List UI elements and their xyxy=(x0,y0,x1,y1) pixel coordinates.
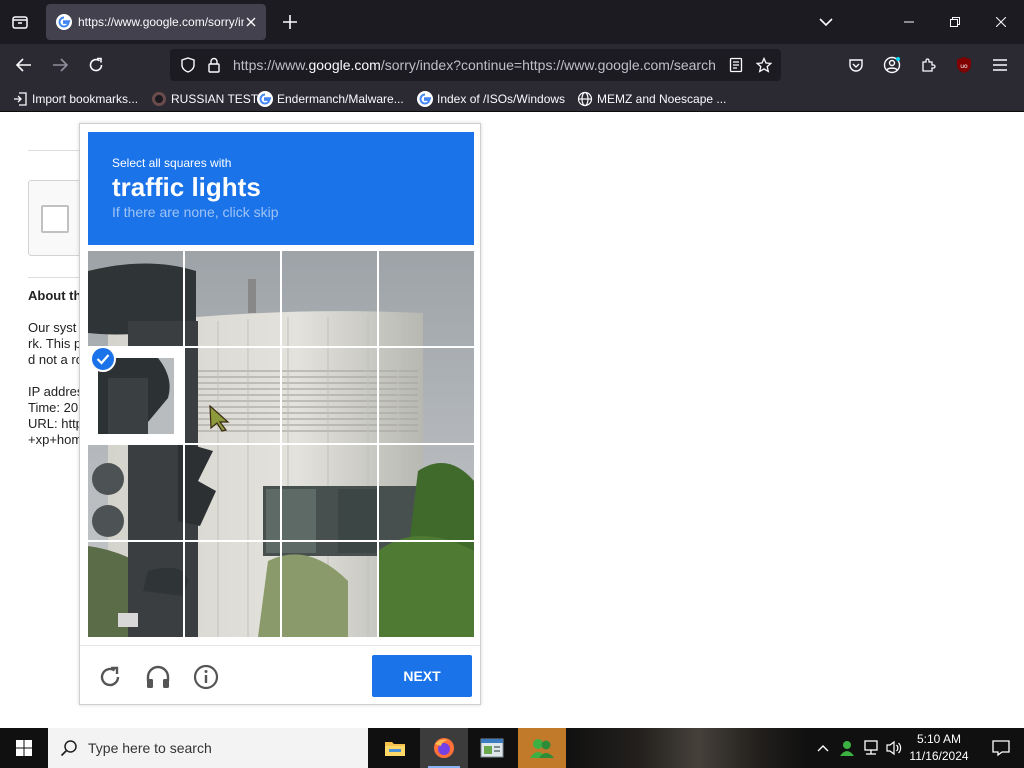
notification-center-icon[interactable] xyxy=(978,728,1024,768)
bookmark-label: MEMZ and Noescape ... xyxy=(597,92,727,106)
audio-challenge-headphones-icon[interactable] xyxy=(144,663,172,691)
bookmark-memz-noescape[interactable]: MEMZ and Noescape ... xyxy=(577,90,726,108)
pocket-icon[interactable] xyxy=(843,52,869,78)
search-icon xyxy=(60,740,77,757)
ublock-origin-icon[interactable]: uo xyxy=(951,52,977,78)
challenge-header: Select all squares with traffic lights I… xyxy=(88,132,474,245)
clock-date: 11/16/2024 xyxy=(909,749,969,763)
account-icon[interactable] xyxy=(879,52,905,78)
search-placeholder: Type here to search xyxy=(88,740,212,756)
google-favicon xyxy=(56,14,72,30)
bookmark-label: RUSSIAN TEST xyxy=(171,92,259,106)
back-arrow-icon[interactable] xyxy=(10,51,38,79)
system-clock[interactable]: 5:10 AM 11/16/2024 xyxy=(900,731,978,765)
reload-icon[interactable] xyxy=(82,51,110,79)
page-text-line: IP addres xyxy=(28,384,84,399)
import-icon xyxy=(12,91,28,107)
grid-tile-selected[interactable] xyxy=(88,346,184,444)
tracking-protection-shield-icon[interactable] xyxy=(178,55,198,75)
page-text-line: rk. This p xyxy=(28,336,82,351)
bookmark-import[interactable]: Import bookmarks... xyxy=(12,90,138,108)
bookmark-index-isos-windows[interactable]: Index of /ISOs/Windows xyxy=(417,90,565,108)
svg-text:uo: uo xyxy=(960,63,968,70)
page-text-line: +xp+hom xyxy=(28,432,83,447)
bookmark-endermanch-malware[interactable]: Endermanch/Malware... xyxy=(257,90,404,108)
next-button[interactable]: NEXT xyxy=(372,655,472,697)
page-text-line: d not a ro xyxy=(28,352,83,367)
challenge-target: traffic lights xyxy=(112,172,261,202)
bookmark-label: Index of /ISOs/Windows xyxy=(437,92,566,106)
tab-list-icon[interactable] xyxy=(6,8,34,36)
challenge-hint: If there are none, click skip xyxy=(112,204,279,220)
network-icon[interactable] xyxy=(860,728,882,768)
tab-title: https://www.google.com/sorry/index?conti… xyxy=(78,15,244,29)
forward-arrow-icon[interactable] xyxy=(46,51,74,79)
page-text-line: URL: http xyxy=(28,416,83,431)
bookmark-label: Import bookmarks... xyxy=(32,92,139,106)
checkmark-icon xyxy=(90,346,116,372)
users-app-icon[interactable] xyxy=(518,728,566,768)
navigation-toolbar: https://www.google.com/sorry/index?conti… xyxy=(0,44,1024,86)
about-heading: About th xyxy=(28,288,82,303)
bookmarks-toolbar: Import bookmarks... RUSSIAN TEST Enderma… xyxy=(0,86,1024,112)
address-bar[interactable]: https://www.google.com/sorry/index?conti… xyxy=(170,49,781,81)
tab-close-icon[interactable] xyxy=(242,13,260,31)
extensions-puzzle-icon[interactable] xyxy=(915,52,941,78)
app-window-icon[interactable] xyxy=(468,728,516,768)
reader-view-icon[interactable] xyxy=(726,55,746,75)
url-text[interactable]: https://www.google.com/sorry/index?conti… xyxy=(233,57,719,73)
russian-test-favicon xyxy=(151,91,167,107)
image-grid[interactable] xyxy=(88,251,474,637)
bookmark-russian-test[interactable]: RUSSIAN TEST xyxy=(151,90,258,108)
page-text-line: Time: 20 xyxy=(28,400,79,415)
challenge-instruction: Select all squares with xyxy=(112,156,232,170)
url-rest: /sorry/index?continue=https://www.google… xyxy=(380,57,716,73)
grid-lines xyxy=(88,251,474,637)
hamburger-menu-icon[interactable] xyxy=(987,52,1013,78)
page-text-line: Our syst xyxy=(28,320,77,335)
url-domain: google.com xyxy=(308,57,381,73)
taskbar-background-image xyxy=(566,728,806,768)
windows-start-icon[interactable] xyxy=(0,728,48,768)
restore-icon[interactable] xyxy=(932,0,978,44)
close-window-icon[interactable] xyxy=(978,0,1024,44)
taskbar-search-box[interactable]: Type here to search xyxy=(48,728,368,768)
bookmark-label: Endermanch/Malware... xyxy=(277,92,404,106)
clock-time: 5:10 AM xyxy=(916,732,962,746)
windows-taskbar: Type here to search 5:10 AM 11/16/2024 xyxy=(0,728,1024,768)
recaptcha-checkbox[interactable] xyxy=(41,205,69,233)
chevron-up-icon[interactable] xyxy=(812,728,834,768)
reload-challenge-icon[interactable] xyxy=(96,663,124,691)
lock-icon[interactable] xyxy=(204,55,224,75)
globe-icon xyxy=(577,91,593,107)
url-prefix: https://www. xyxy=(233,57,309,73)
tab-google-sorry[interactable]: https://www.google.com/sorry/index?conti… xyxy=(46,4,266,40)
minimize-icon[interactable] xyxy=(886,0,932,44)
recaptcha-challenge-dialog: Select all squares with traffic lights I… xyxy=(79,123,481,705)
chevron-down-icon[interactable] xyxy=(814,10,838,34)
file-explorer-icon[interactable] xyxy=(371,728,419,768)
bookmark-star-icon[interactable] xyxy=(754,55,774,75)
user-tray-icon[interactable] xyxy=(836,728,858,768)
google-favicon xyxy=(417,91,433,107)
tab-bar: https://www.google.com/sorry/index?conti… xyxy=(0,0,1024,44)
mouse-cursor-icon xyxy=(208,404,232,437)
info-icon[interactable] xyxy=(192,663,220,691)
new-tab-icon[interactable] xyxy=(278,10,302,34)
google-favicon xyxy=(257,91,273,107)
firefox-taskbar-icon[interactable] xyxy=(420,728,468,768)
challenge-footer: NEXT xyxy=(80,645,480,705)
